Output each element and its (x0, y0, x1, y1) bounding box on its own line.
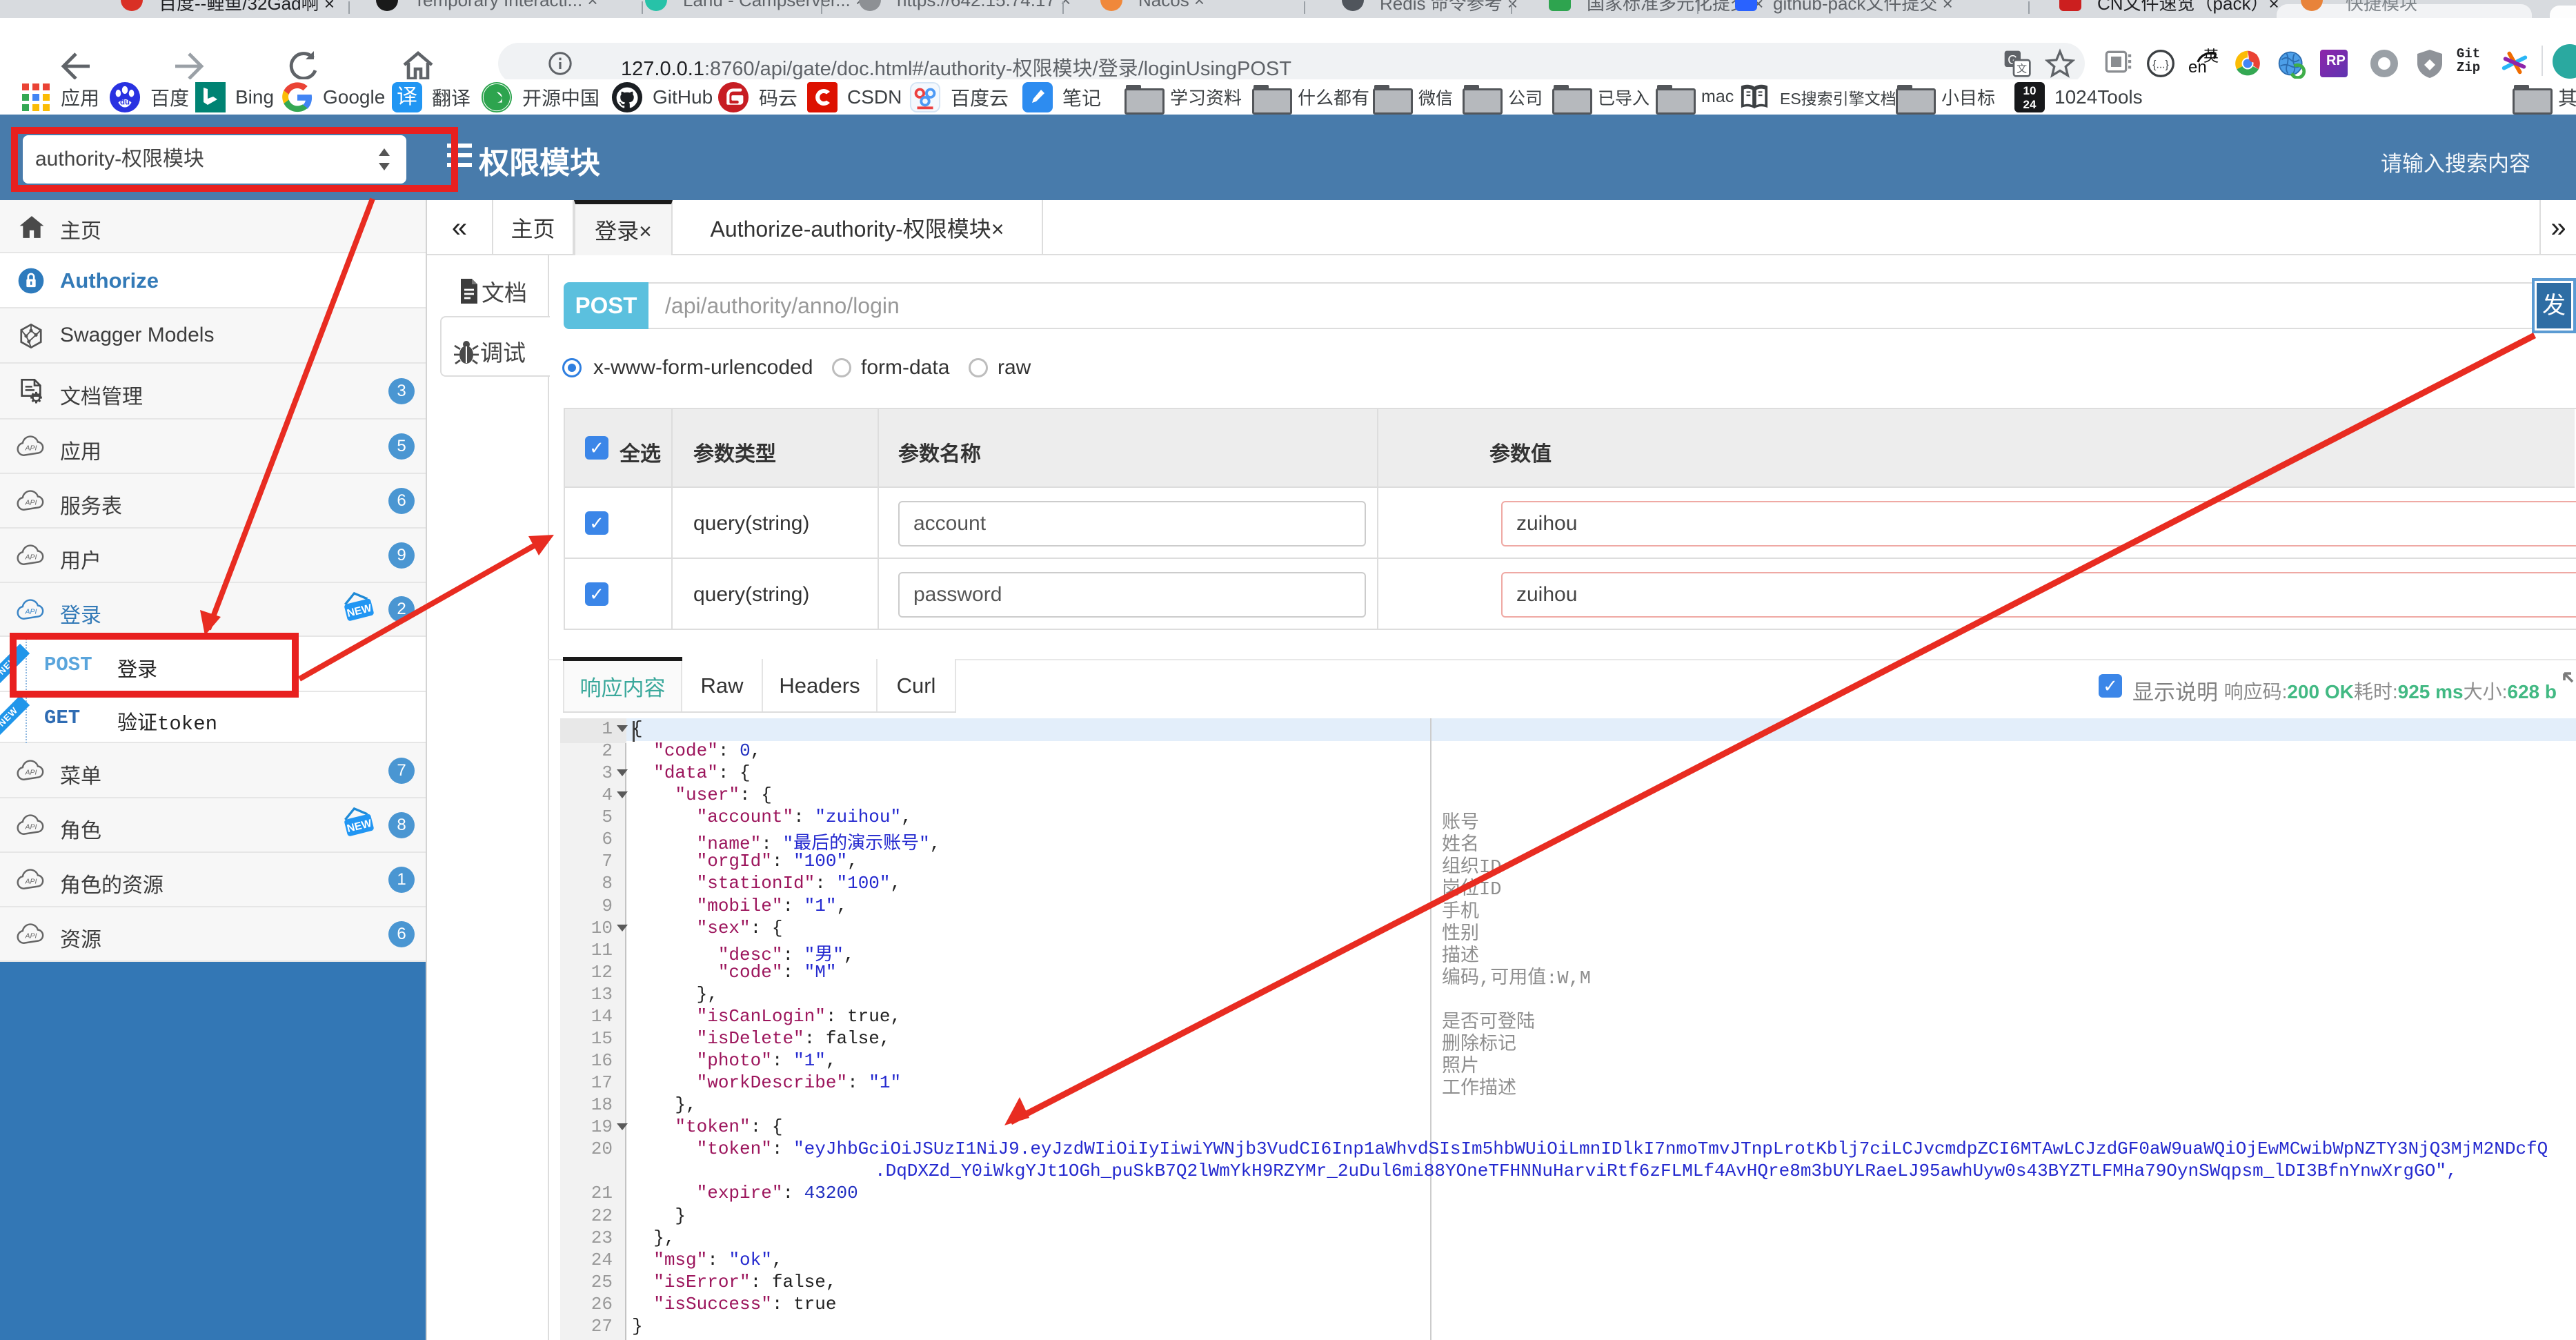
svg-text:API: API (25, 444, 37, 452)
svg-text:API: API (25, 768, 37, 776)
svg-text:API: API (25, 932, 37, 940)
svg-text:{...}: {...} (2152, 59, 2168, 70)
svg-text:API: API (25, 822, 37, 831)
svg-text:API: API (25, 553, 37, 561)
svg-text:API: API (25, 498, 37, 506)
svg-text:文: 文 (2017, 63, 2027, 75)
svg-text:du: du (120, 98, 130, 106)
svg-text:API: API (25, 877, 37, 885)
svg-text:API: API (25, 607, 37, 615)
